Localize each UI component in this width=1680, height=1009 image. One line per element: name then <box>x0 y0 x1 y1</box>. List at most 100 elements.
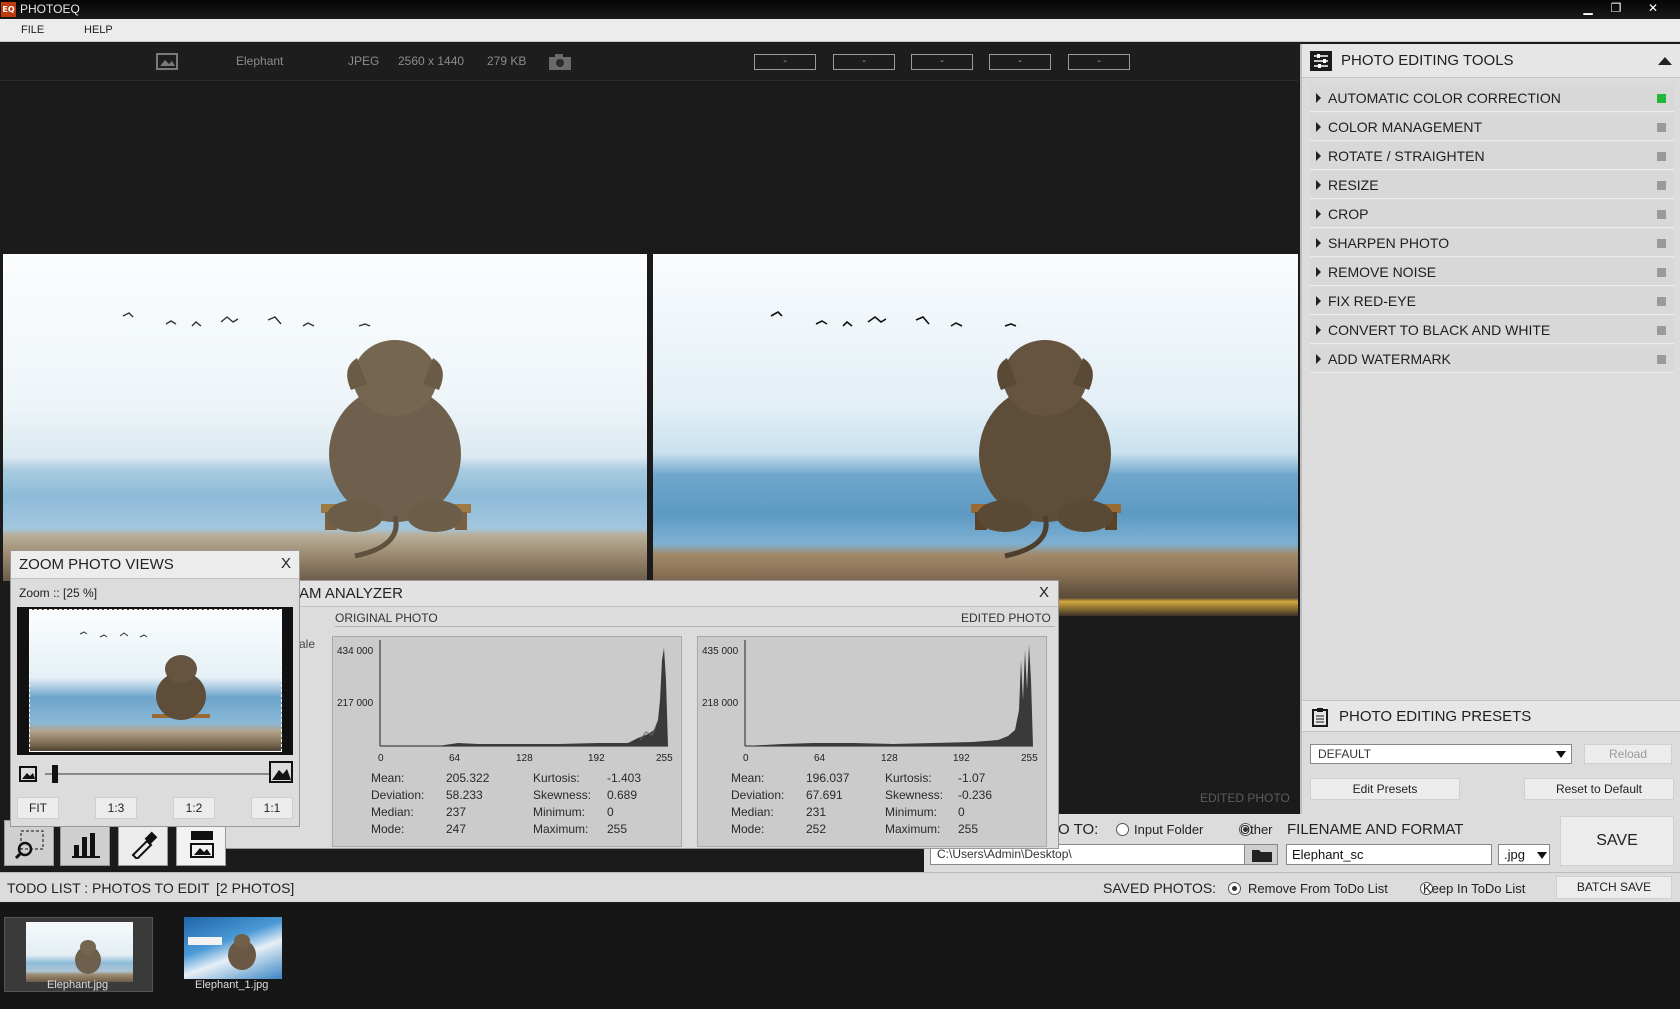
menu-file[interactable]: FILE <box>21 24 44 36</box>
zoom-out-image-icon[interactable] <box>19 766 37 782</box>
tool-status-indicator[interactable] <box>1657 297 1666 306</box>
zoom-fit-button[interactable]: FIT <box>17 797 59 819</box>
restore-button[interactable]: ❐ <box>1602 0 1630 18</box>
tool-resize[interactable]: RESIZE <box>1310 171 1674 199</box>
edit-xtick-255: 255 <box>1021 753 1038 764</box>
edit-median-label: Median: <box>731 805 774 819</box>
histogram-header[interactable]: AM ANALYZER X <box>219 581 1058 607</box>
chevron-down-icon <box>1556 751 1566 758</box>
browse-folder-button[interactable] <box>1244 844 1278 865</box>
edit-mean: 196.037 <box>806 771 850 785</box>
orig-median: 237 <box>446 805 467 819</box>
zoom-preview[interactable] <box>17 607 293 755</box>
format-value: .jpg <box>1504 847 1525 862</box>
app-logo: EQ <box>1 2 16 17</box>
tool-fix-red-eye[interactable]: FIX RED-EYE <box>1310 287 1674 315</box>
histogram-close-button[interactable]: X <box>1039 584 1049 601</box>
tools-panel-header[interactable]: PHOTO EDITING TOOLS <box>1302 44 1680 78</box>
slot-5: - <box>1068 54 1130 70</box>
orig-xtick-0: 0 <box>378 753 384 764</box>
edited-photo-label: EDITED PHOTO <box>961 611 1051 625</box>
todo-bar: TODO LIST : PHOTOS TO EDIT [2 PHOTOS] SA… <box>0 872 1680 902</box>
tool-color-management[interactable]: COLOR MANAGEMENT <box>1310 113 1674 141</box>
edited-photo[interactable] <box>653 254 1298 616</box>
orig-ymax: 434 000 <box>337 646 374 657</box>
tool-convert-to-black-and-white[interactable]: CONVERT TO BLACK AND WHITE <box>1310 316 1674 344</box>
minimize-button[interactable]: ▁ <box>1574 0 1602 18</box>
edit-kurt: -1.07 <box>958 771 986 785</box>
photo-info-bar: Elephant JPEG 2560 x 1440 279 KB - - - -… <box>0 43 1298 81</box>
zoom-level-text: Zoom :: [25 %] <box>19 586 98 600</box>
title-bar: EQ PHOTOEQ ▁ ❐ ✕ <box>0 0 1680 19</box>
tool-status-indicator[interactable] <box>1657 268 1666 277</box>
tools-panel-title: PHOTO EDITING TOOLS <box>1341 52 1514 69</box>
edit-max: 255 <box>958 822 979 836</box>
orig-kurt: -1.403 <box>607 771 642 785</box>
edit-min-label: Minimum: <box>885 805 938 819</box>
orig-dev-label: Deviation: <box>371 788 425 802</box>
tool-label: SHARPEN PHOTO <box>1328 235 1450 251</box>
zoom-header[interactable]: ZOOM PHOTO VIEWS X <box>11 551 299 579</box>
tool-status-indicator[interactable] <box>1657 210 1666 219</box>
edit-skew: -0.236 <box>958 788 993 802</box>
edit-mean-label: Mean: <box>731 771 765 785</box>
tool-status-indicator[interactable] <box>1657 181 1666 190</box>
bar-chart-icon <box>72 833 100 858</box>
original-histogram-plot <box>379 640 668 747</box>
zoom-region-icon <box>15 830 44 859</box>
original-photo[interactable] <box>3 254 647 581</box>
collapse-icon[interactable] <box>1658 57 1672 65</box>
filename-title: FILENAME AND FORMAT <box>1287 821 1464 838</box>
orig-max: 255 <box>607 822 628 836</box>
tool-crop[interactable]: CROP <box>1310 200 1674 228</box>
compare-image-icon <box>190 831 214 858</box>
tool-status-indicator[interactable] <box>1657 239 1666 248</box>
zoom-in-image-icon[interactable] <box>269 761 293 783</box>
orig-max-label: Maximum: <box>533 822 589 836</box>
tool-status-indicator[interactable] <box>1657 123 1666 132</box>
edit-ymax: 435 000 <box>702 646 739 657</box>
tool-status-indicator[interactable] <box>1657 326 1666 335</box>
image-icon <box>156 53 178 70</box>
tool-rotate-straighten[interactable]: ROTATE / STRAIGHTEN <box>1310 142 1674 170</box>
zoom-slider-track[interactable] <box>45 765 269 783</box>
menu-help[interactable]: HELP <box>84 24 113 36</box>
reset-default-button[interactable]: Reset to Default <box>1524 778 1674 800</box>
tool-label: REMOVE NOISE <box>1328 264 1437 280</box>
save-button[interactable]: SAVE <box>1560 816 1674 866</box>
zoom-slider-thumb[interactable] <box>52 765 58 783</box>
tool-label: CONVERT TO BLACK AND WHITE <box>1328 322 1551 338</box>
tool-add-watermark[interactable]: ADD WATERMARK <box>1310 345 1674 373</box>
tool-label: COLOR MANAGEMENT <box>1328 119 1483 135</box>
tool-sharpen-photo[interactable]: SHARPEN PHOTO <box>1310 229 1674 257</box>
input-folder-radio[interactable] <box>1116 823 1129 836</box>
tool-status-indicator[interactable] <box>1657 355 1666 364</box>
tool-automatic-color-correction[interactable]: AUTOMATIC COLOR CORRECTION <box>1310 84 1674 112</box>
zoom-1-3-button[interactable]: 1:3 <box>95 797 137 819</box>
tool-status-indicator[interactable] <box>1657 152 1666 161</box>
zoom-1-1-button[interactable]: 1:1 <box>251 797 293 819</box>
tool-status-indicator[interactable] <box>1657 94 1666 103</box>
presets-panel-header[interactable]: PHOTO EDITING PRESETS <box>1302 700 1680 732</box>
remove-from-todo-radio[interactable] <box>1228 882 1241 895</box>
zoom-close-button[interactable]: X <box>281 555 291 572</box>
todo-thumb-2[interactable] <box>184 917 282 979</box>
zoom-dialog: ZOOM PHOTO VIEWS X Zoom :: [25 %] FIT 1:… <box>10 550 300 827</box>
edit-presets-button[interactable]: Edit Presets <box>1310 778 1460 800</box>
thumb-label-2: Elephant_1.jpg <box>195 979 269 991</box>
preset-select[interactable]: DEFAULT <box>1310 744 1572 764</box>
tool-remove-noise[interactable]: REMOVE NOISE <box>1310 258 1674 286</box>
slot-2: - <box>833 54 895 70</box>
keep-in-todo-label: Keep In ToDo List <box>1423 881 1526 896</box>
format-chevron-icon <box>1537 852 1547 859</box>
presets-panel-title: PHOTO EDITING PRESETS <box>1339 708 1532 725</box>
saved-photos-label: SAVED PHOTOS: <box>1103 880 1217 896</box>
close-window-button[interactable]: ✕ <box>1630 0 1676 18</box>
format-select[interactable]: .jpg <box>1498 844 1550 865</box>
orig-mean-label: Mean: <box>371 771 405 785</box>
todo-count: [2 PHOTOS] <box>216 880 295 896</box>
batch-save-button[interactable]: BATCH SAVE <box>1556 876 1672 899</box>
zoom-1-2-button[interactable]: 1:2 <box>173 797 215 819</box>
reload-button[interactable]: Reload <box>1584 744 1672 764</box>
filename-input[interactable]: Elephant_sc <box>1286 844 1492 865</box>
